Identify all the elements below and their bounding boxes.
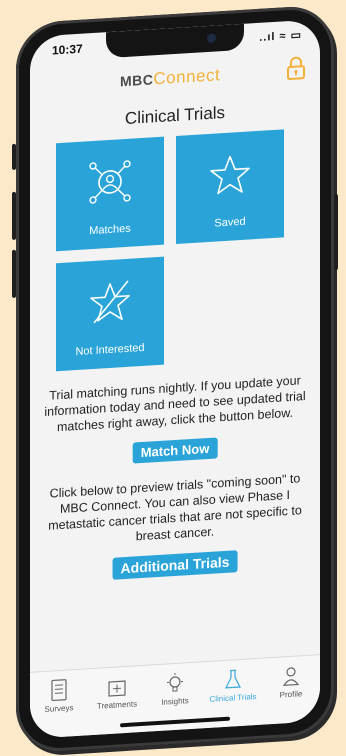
saved-tile[interactable]: Saved [176,129,284,244]
tab-surveys[interactable]: Surveys [30,677,88,715]
matches-label: Matches [89,222,131,238]
tab-profile[interactable]: Profile [262,663,320,701]
power-button [334,194,338,271]
status-time: 10:37 [52,41,83,58]
tab-clinical-trials[interactable]: Clinical Trials [204,667,262,705]
camera [207,33,216,44]
notch [106,23,244,59]
preview-info-text: Click below to preview trials "coming so… [48,471,302,544]
treatments-icon [108,680,126,697]
matches-tile[interactable]: Matches [56,136,164,252]
network-person-icon [89,160,131,204]
phone-frame: 10:37 ..ıl ≈ ▭ MBCConnect Clinical Trial… [12,4,338,754]
tab-surveys-label: Surveys [44,703,74,714]
star-icon [210,155,250,195]
app-screen: 10:37 ..ıl ≈ ▭ MBCConnect Clinical Trial… [30,19,320,739]
home-indicator[interactable] [120,716,230,728]
tab-profile-label: Profile [279,689,303,700]
status-icons: ..ıl ≈ ▭ [259,29,302,44]
side-button [12,143,16,170]
not-interested-label: Not Interested [75,341,145,359]
not-interested-tile[interactable]: Not Interested [56,256,164,372]
app-logo: MBCConnect [120,65,220,91]
tab-insights-label: Insights [161,696,189,707]
lightbulb-icon [167,672,183,692]
profile-icon [282,667,300,687]
additional-trials-button[interactable]: Additional Trials [112,550,238,580]
volume-down-button [12,249,16,298]
tab-clinical-trials-label: Clinical Trials [209,692,257,704]
logo-mbc: MBC [120,71,154,90]
flask-icon [225,669,241,689]
survey-icon [51,679,67,702]
tab-treatments-label: Treatments [96,699,138,711]
matching-info-text: Trial matching runs nightly. If you upda… [44,373,306,435]
star-crossed-icon [90,280,130,324]
tab-treatments[interactable]: Treatments [88,674,146,712]
saved-label: Saved [214,215,246,230]
logo-connect: Connect [153,65,221,89]
tab-bar: Surveys Treatments Insights Clinical Tri… [30,654,320,739]
lock-icon[interactable] [286,56,306,81]
tab-insights[interactable]: Insights [146,670,204,708]
volume-up-button [12,191,16,240]
match-now-button[interactable]: Match Now [132,437,218,464]
